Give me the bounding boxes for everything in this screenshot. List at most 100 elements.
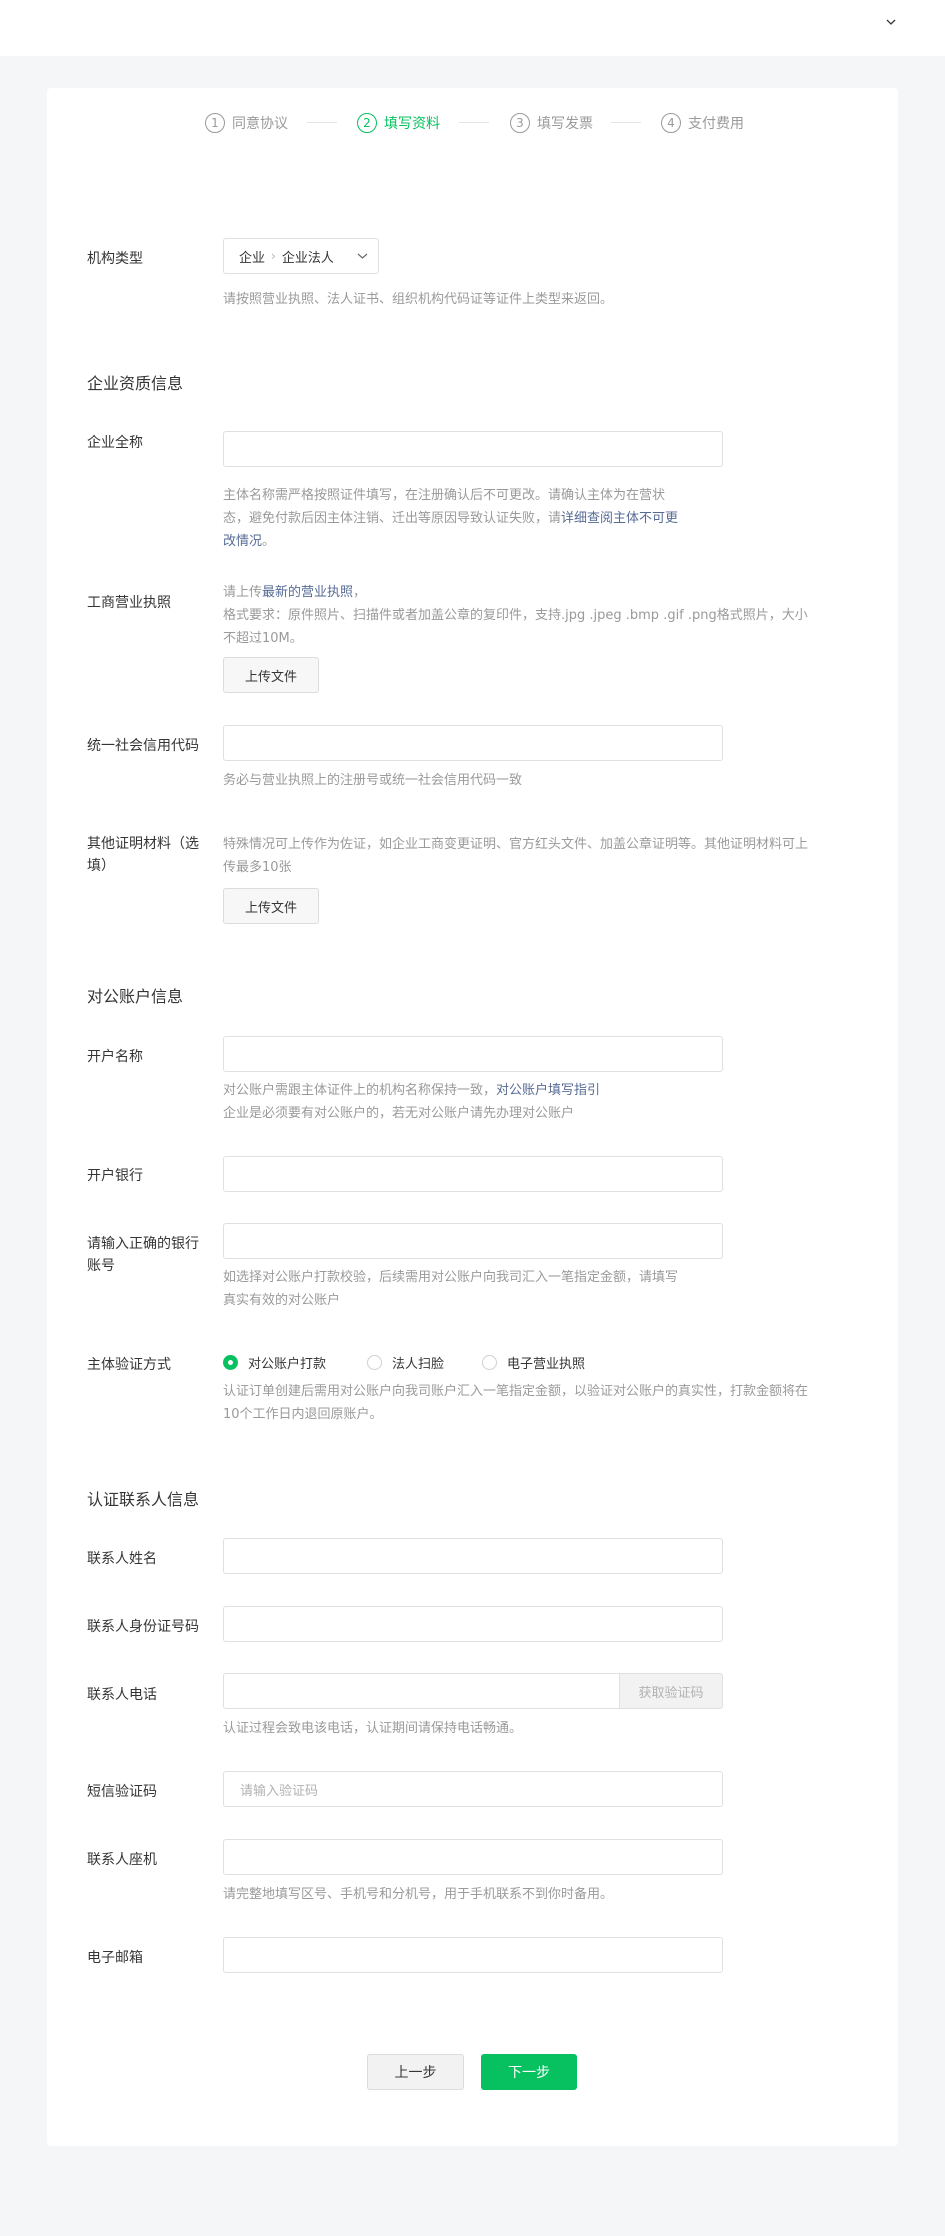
sms-code-input[interactable]: 请输入验证码 (223, 1771, 723, 1807)
radio-label: 对公账户打款 (248, 1357, 327, 1372)
step-invoice: 3 填写发票 (510, 112, 593, 134)
bank-label: 开户银行 (87, 1168, 143, 1184)
hint-line: 主体名称需严格按照证件填写，在注册确认后不可更改。请确认主体为在营状 (223, 488, 666, 503)
hint-line: 认证订单创建后需用对公账户向我司账户汇入一笔指定金额，以验证对公账户的真实性，打… (223, 1384, 809, 1399)
landline-input[interactable] (223, 1839, 723, 1875)
step-number: 4 (661, 113, 681, 133)
label-line: 其他证明材料（选 (87, 836, 199, 852)
section-qualification: 企业资质信息 (87, 374, 184, 393)
step-divider (611, 122, 641, 123)
company-name-label: 企业全称 (87, 435, 143, 451)
hint-line: 改情况。 (223, 530, 723, 553)
org-type-value-2: 企业法人 (281, 250, 334, 266)
hint-line: 10个工作日内退回原账户。 (223, 1407, 383, 1422)
account-name-input[interactable] (223, 1036, 723, 1072)
sms-code-placeholder: 请输入验证码 (240, 1784, 319, 1799)
account-guide-link[interactable]: 对公账户填写指引 (496, 1083, 600, 1098)
bank-account-input[interactable] (223, 1223, 723, 1259)
subject-info-link-cont[interactable]: 改情况 (223, 534, 262, 549)
get-code-button[interactable]: 获取验证码 (619, 1673, 723, 1709)
label-line: 请输入正确的银行 (87, 1236, 199, 1252)
hint-line: 格式要求：原件照片、扫描件或者加盖公章的复印件，支持.jpg .jpeg .bm… (223, 608, 808, 623)
hint-line: 特殊情况可上传作为佐证，如企业工商变更证明、官方红头文件、加盖公章证明等。其他证… (223, 837, 809, 852)
verify-method-hint: 认证订单创建后需用对公账户向我司账户汇入一笔指定金额，以验证对公账户的真实性，打… (223, 1380, 863, 1426)
license-hint: 请上传最新的营业执照， 格式要求：原件照片、扫描件或者加盖公章的复印件，支持.j… (223, 581, 863, 650)
credit-code-hint: 务必与营业执照上的注册号或统一社会信用代码一致 (223, 773, 523, 788)
radio-face-scan[interactable]: 法人扫脸 (367, 1353, 444, 1372)
chevron-down-icon[interactable] (885, 16, 897, 28)
hint-line: 请上传最新的营业执照， (223, 581, 863, 604)
company-name-hint: 主体名称需严格按照证件填写，在注册确认后不可更改。请确认主体为在营状 态，避免付… (223, 484, 723, 553)
landline-label: 联系人座机 (87, 1852, 157, 1868)
sms-code-label: 短信验证码 (87, 1784, 157, 1800)
hint-line: 态，避免付款后因主体注销、迁出等原因导致认证失败，请详细查阅主体不可更 (223, 507, 723, 530)
latest-license-link[interactable]: 最新的营业执照 (262, 585, 353, 600)
contact-id-label: 联系人身份证号码 (87, 1619, 199, 1635)
account-name-label: 开户名称 (87, 1049, 143, 1065)
contact-id-input[interactable] (223, 1606, 723, 1642)
radio-e-license[interactable]: 电子营业执照 (482, 1353, 585, 1372)
step-label: 支付费用 (688, 116, 744, 132)
radio-dot[interactable] (367, 1355, 382, 1370)
step-number: 3 (510, 113, 530, 133)
label-line: 填） (87, 858, 115, 874)
step-fill-info: 2 填写资料 (357, 112, 440, 134)
email-input[interactable] (223, 1937, 723, 1973)
step-label: 填写发票 (537, 116, 593, 132)
account-name-hint: 对公账户需跟主体证件上的机构名称保持一致，对公账户填写指引 企业是必须要有对公账… (223, 1079, 723, 1125)
top-bar (0, 0, 945, 56)
chevron-down-icon (357, 253, 368, 259)
other-docs-label: 其他证明材料（选 填） (87, 833, 199, 877)
radio-dot[interactable] (223, 1355, 238, 1370)
company-name-input[interactable] (223, 431, 723, 467)
step-divider (459, 122, 489, 123)
radio-bank-transfer[interactable]: 对公账户打款 (223, 1353, 326, 1372)
contact-phone-label: 联系人电话 (87, 1687, 157, 1703)
hint-line: 真实有效的对公账户 (223, 1293, 341, 1308)
hint-line: 传最多10张 (223, 860, 292, 875)
other-docs-upload-button[interactable]: 上传文件 (223, 888, 319, 924)
chevron-right-icon: › (271, 249, 276, 263)
step-label: 填写资料 (384, 116, 440, 132)
radio-label: 电子营业执照 (507, 1357, 586, 1372)
hint-text: ， (353, 585, 367, 600)
hint-text: 对公账户需跟主体证件上的机构名称保持一致， (223, 1083, 497, 1098)
hint-line: 企业是必须要有对公账户的，若无对公账户请先办理对公账户 (223, 1106, 575, 1121)
org-type-selector[interactable]: 企业 › 企业法人 (223, 238, 379, 274)
verify-method-label: 主体验证方式 (87, 1357, 171, 1373)
section-account: 对公账户信息 (87, 987, 184, 1006)
org-type-value-1: 企业 (239, 250, 266, 266)
hint-text: 请上传 (223, 585, 263, 600)
email-label: 电子邮箱 (87, 1950, 143, 1966)
org-type-hint: 请按照营业执照、法人证书、组织机构代码证等证件上类型来返回。 (223, 292, 614, 307)
step-label: 同意协议 (232, 116, 288, 132)
contact-phone-hint: 认证过程会致电该电话，认证期间请保持电话畅通。 (223, 1721, 523, 1736)
hint-line: 如选择对公账户打款校验，后续需用对公账户向我司汇入一笔指定金额，请填写 (223, 1270, 679, 1285)
credit-code-input[interactable] (223, 725, 723, 761)
hint-text: 。 (262, 534, 276, 549)
step-agree: 1 同意协议 (205, 112, 288, 134)
contact-phone-input[interactable] (223, 1673, 620, 1709)
license-label: 工商营业执照 (87, 595, 171, 611)
org-type-label: 机构类型 (87, 251, 143, 267)
next-button[interactable]: 下一步 (481, 2054, 577, 2090)
step-number: 1 (205, 113, 225, 133)
label-line: 账号 (87, 1258, 115, 1274)
subject-info-link[interactable]: 详细查阅主体不可更 (561, 511, 678, 526)
hint-line: 对公账户需跟主体证件上的机构名称保持一致，对公账户填写指引 (223, 1079, 723, 1102)
step-divider (307, 122, 337, 123)
hint-text: 态，避免付款后因主体注销、迁出等原因导致认证失败，请 (223, 511, 562, 526)
contact-name-input[interactable] (223, 1538, 723, 1574)
bank-input[interactable] (223, 1156, 723, 1192)
contact-name-label: 联系人姓名 (87, 1551, 157, 1567)
license-upload-button[interactable]: 上传文件 (223, 657, 319, 693)
prev-button[interactable]: 上一步 (367, 2054, 464, 2090)
radio-dot[interactable] (482, 1355, 497, 1370)
step-payment: 4 支付费用 (661, 112, 744, 134)
section-contact: 认证联系人信息 (87, 1490, 200, 1509)
bank-account-hint: 如选择对公账户打款校验，后续需用对公账户向我司汇入一笔指定金额，请填写 真实有效… (223, 1266, 723, 1312)
other-docs-hint: 特殊情况可上传作为佐证，如企业工商变更证明、官方红头文件、加盖公章证明等。其他证… (223, 833, 863, 879)
hint-line: 不超过10M。 (223, 631, 303, 646)
credit-code-label: 统一社会信用代码 (87, 738, 199, 754)
landline-hint: 请完整地填写区号、手机号和分机号，用于手机联系不到你时备用。 (223, 1887, 614, 1902)
